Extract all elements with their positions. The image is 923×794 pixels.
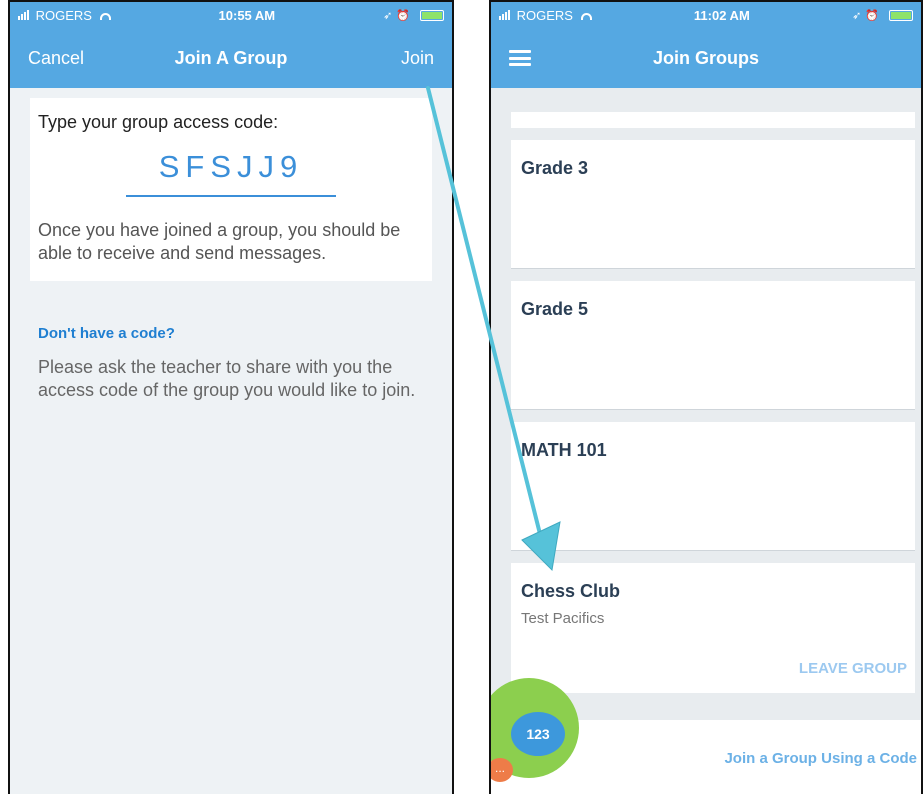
menu-icon[interactable] bbox=[509, 50, 531, 66]
group-teacher: Test Pacifics bbox=[521, 610, 605, 627]
signal-icon bbox=[499, 9, 510, 20]
alarm-icon: ⏰ bbox=[396, 9, 410, 22]
code-prompt: Type your group access code: bbox=[38, 112, 279, 132]
group-name: MATH 101 bbox=[521, 440, 607, 460]
no-code-heading: Don't have a code? bbox=[38, 325, 175, 342]
page-title: Join Groups bbox=[652, 47, 759, 68]
list-item[interactable] bbox=[511, 112, 915, 128]
status-bar: ROGERS 11:02 AM ➶ ⏰ bbox=[491, 2, 921, 28]
status-time: 10:55 AM bbox=[218, 7, 276, 23]
carrier-group: ROGERS bbox=[499, 8, 592, 23]
carrier-label: ROGERS bbox=[35, 7, 92, 23]
group-card[interactable]: MATH 101 bbox=[511, 422, 915, 551]
join-with-code-link[interactable]: Join a Group Using a Code bbox=[724, 750, 917, 767]
join-a-group-screen: ROGERS 10:55 AM ➶ ⏰ Cancel Join A Group … bbox=[8, 0, 454, 794]
location-icon: ➶ bbox=[383, 9, 393, 22]
leave-group-button[interactable]: LEAVE GROUP bbox=[799, 660, 907, 677]
cancel-button[interactable]: Cancel bbox=[28, 48, 84, 69]
access-code-input[interactable]: SFSJJ9 bbox=[126, 149, 336, 197]
status-icons: ➶ ⏰ bbox=[383, 9, 444, 22]
group-name: Grade 5 bbox=[521, 299, 589, 319]
group-list: Grade 3 Grade 5 MATH 101 Chess Club Test… bbox=[491, 88, 921, 693]
join-button[interactable]: Join bbox=[401, 48, 434, 69]
alarm-icon: ⏰ bbox=[865, 9, 879, 22]
group-card[interactable]: Grade 3 bbox=[511, 140, 915, 269]
signal-icon bbox=[18, 9, 29, 20]
group-name: Chess Club bbox=[521, 581, 621, 601]
wifi-icon bbox=[99, 12, 111, 20]
battery-icon bbox=[889, 9, 913, 21]
nav-bar: Join Groups bbox=[491, 28, 921, 88]
no-code-text: Please ask the teacher to share with you… bbox=[38, 357, 416, 400]
status-time: 11:02 AM bbox=[693, 7, 750, 23]
carrier-group: ROGERS bbox=[18, 8, 111, 23]
join-by-code-fab[interactable]: 123 bbox=[511, 712, 565, 756]
code-help-text: Once you have joined a group, you should… bbox=[38, 220, 401, 263]
battery-icon bbox=[420, 9, 444, 21]
group-name: Grade 3 bbox=[521, 158, 589, 178]
group-card[interactable]: Grade 5 bbox=[511, 281, 915, 410]
wifi-icon bbox=[580, 12, 592, 20]
join-groups-screen: ROGERS 11:02 AM ➶ ⏰ Join Groups Grade 3 … bbox=[489, 0, 923, 794]
group-card-chess-club[interactable]: Chess Club Test Pacifics LEAVE GROUP bbox=[511, 563, 915, 693]
status-icons: ➶ ⏰ bbox=[852, 9, 913, 22]
status-bar: ROGERS 10:55 AM ➶ ⏰ bbox=[10, 2, 452, 28]
location-icon: ➶ bbox=[852, 9, 862, 22]
access-code-card: Type your group access code: SFSJJ9 Once… bbox=[30, 98, 432, 281]
carrier-label: ROGERS bbox=[516, 7, 573, 23]
nav-bar: Cancel Join A Group Join bbox=[10, 28, 452, 88]
